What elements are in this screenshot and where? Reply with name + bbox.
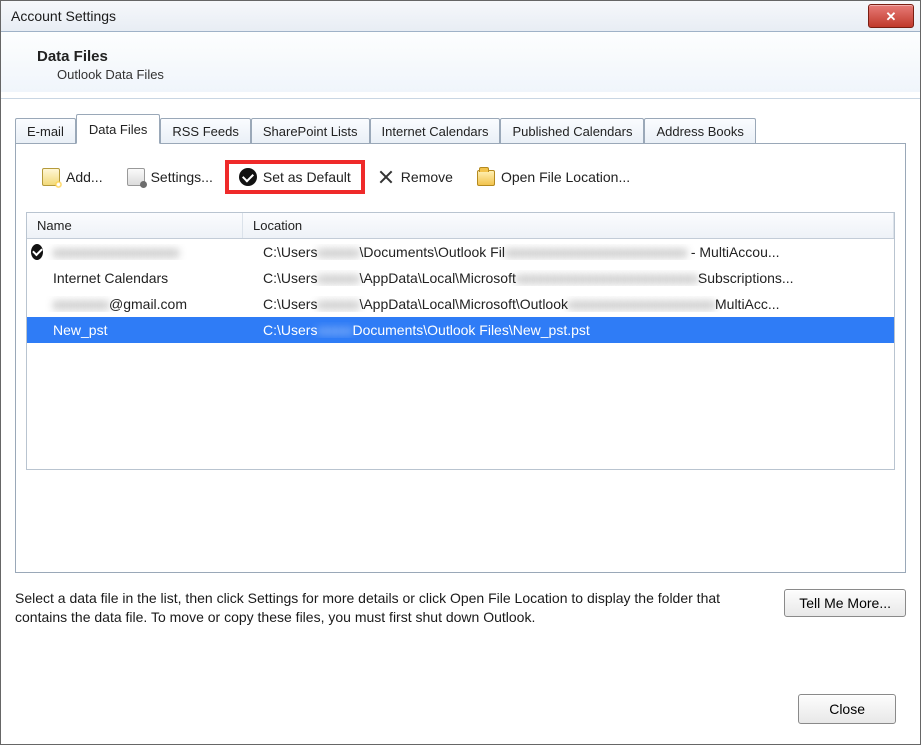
- folder-icon: [477, 168, 495, 186]
- row-name: New_pst: [43, 322, 253, 338]
- remove-icon: [377, 168, 395, 186]
- row-name: xxxxxxxx@gmail.com: [43, 296, 253, 312]
- settings-icon: [127, 168, 145, 186]
- add-icon: [42, 168, 60, 186]
- window-close-button[interactable]: ✕: [868, 4, 914, 28]
- window-title: Account Settings: [11, 8, 116, 24]
- column-header-location[interactable]: Location: [243, 213, 894, 238]
- tab-email[interactable]: E-mail: [15, 118, 76, 144]
- row-location: C:\Usersxxxxxx\Documents\Outlook Filxxxx…: [253, 244, 894, 260]
- list-row[interactable]: Internet Calendars C:\Usersxxxxxx\AppDat…: [27, 265, 894, 291]
- settings-button[interactable]: Settings...: [115, 160, 225, 194]
- close-icon: ✕: [886, 10, 897, 23]
- row-location: C:\Usersxxxxxx\AppData\Local\Microsoftxx…: [253, 270, 894, 286]
- open-file-location-button-label: Open File Location...: [501, 169, 630, 185]
- tab-sharepoint-lists[interactable]: SharePoint Lists: [251, 118, 370, 144]
- header-title: Data Files: [37, 48, 892, 65]
- row-location: C:\Usersxxxxxx\AppData\Local\Microsoft\O…: [253, 296, 894, 312]
- column-header-name[interactable]: Name: [27, 213, 243, 238]
- list-header: Name Location: [27, 213, 894, 239]
- list-body: xxxxxxxxxxxxxxxxxx C:\Usersxxxxxx\Docume…: [27, 239, 894, 469]
- list-row[interactable]: New_pst C:\UsersxxxxxDocuments\Outlook F…: [27, 317, 894, 343]
- dialog-footer: Close: [798, 694, 896, 724]
- remove-button-label: Remove: [401, 169, 453, 185]
- tell-me-more-button[interactable]: Tell Me More...: [784, 589, 906, 617]
- tab-data-files[interactable]: Data Files: [76, 114, 161, 144]
- list-row[interactable]: xxxxxxxxxxxxxxxxxx C:\Usersxxxxxx\Docume…: [27, 239, 894, 265]
- add-button[interactable]: Add...: [30, 160, 115, 194]
- help-row: Select a data file in the list, then cli…: [15, 589, 906, 627]
- data-files-list: Name Location xxxxxxxxxxxxxxxxxx C:\User…: [26, 212, 895, 470]
- row-name: xxxxxxxxxxxxxxxxxx: [43, 244, 253, 260]
- list-row[interactable]: xxxxxxxx@gmail.com C:\Usersxxxxxx\AppDat…: [27, 291, 894, 317]
- default-indicator-icon: [27, 244, 43, 260]
- row-name: Internet Calendars: [43, 270, 253, 286]
- help-text: Select a data file in the list, then cli…: [15, 589, 735, 627]
- settings-button-label: Settings...: [151, 169, 213, 185]
- toolbar: Add... Settings... Set as Default Remove…: [26, 160, 895, 194]
- dialog-header: Data Files Outlook Data Files: [1, 32, 920, 92]
- set-default-button[interactable]: Set as Default: [225, 160, 365, 194]
- tab-published-calendars[interactable]: Published Calendars: [500, 118, 644, 144]
- close-button[interactable]: Close: [798, 694, 896, 724]
- remove-button[interactable]: Remove: [365, 160, 465, 194]
- tab-panel: Add... Settings... Set as Default Remove…: [15, 143, 906, 573]
- check-circle-icon: [239, 168, 257, 186]
- header-subtitle: Outlook Data Files: [57, 67, 892, 82]
- add-button-label: Add...: [66, 169, 103, 185]
- open-file-location-button[interactable]: Open File Location...: [465, 160, 642, 194]
- tab-address-books[interactable]: Address Books: [644, 118, 755, 144]
- titlebar: Account Settings ✕: [1, 1, 920, 32]
- tab-rss-feeds[interactable]: RSS Feeds: [160, 118, 250, 144]
- row-location: C:\UsersxxxxxDocuments\Outlook Files\New…: [253, 322, 894, 338]
- account-settings-window: Account Settings ✕ Data Files Outlook Da…: [0, 0, 921, 745]
- set-default-button-label: Set as Default: [263, 169, 351, 185]
- tab-internet-calendars[interactable]: Internet Calendars: [370, 118, 501, 144]
- tab-strip: E-mail Data Files RSS Feeds SharePoint L…: [1, 99, 920, 143]
